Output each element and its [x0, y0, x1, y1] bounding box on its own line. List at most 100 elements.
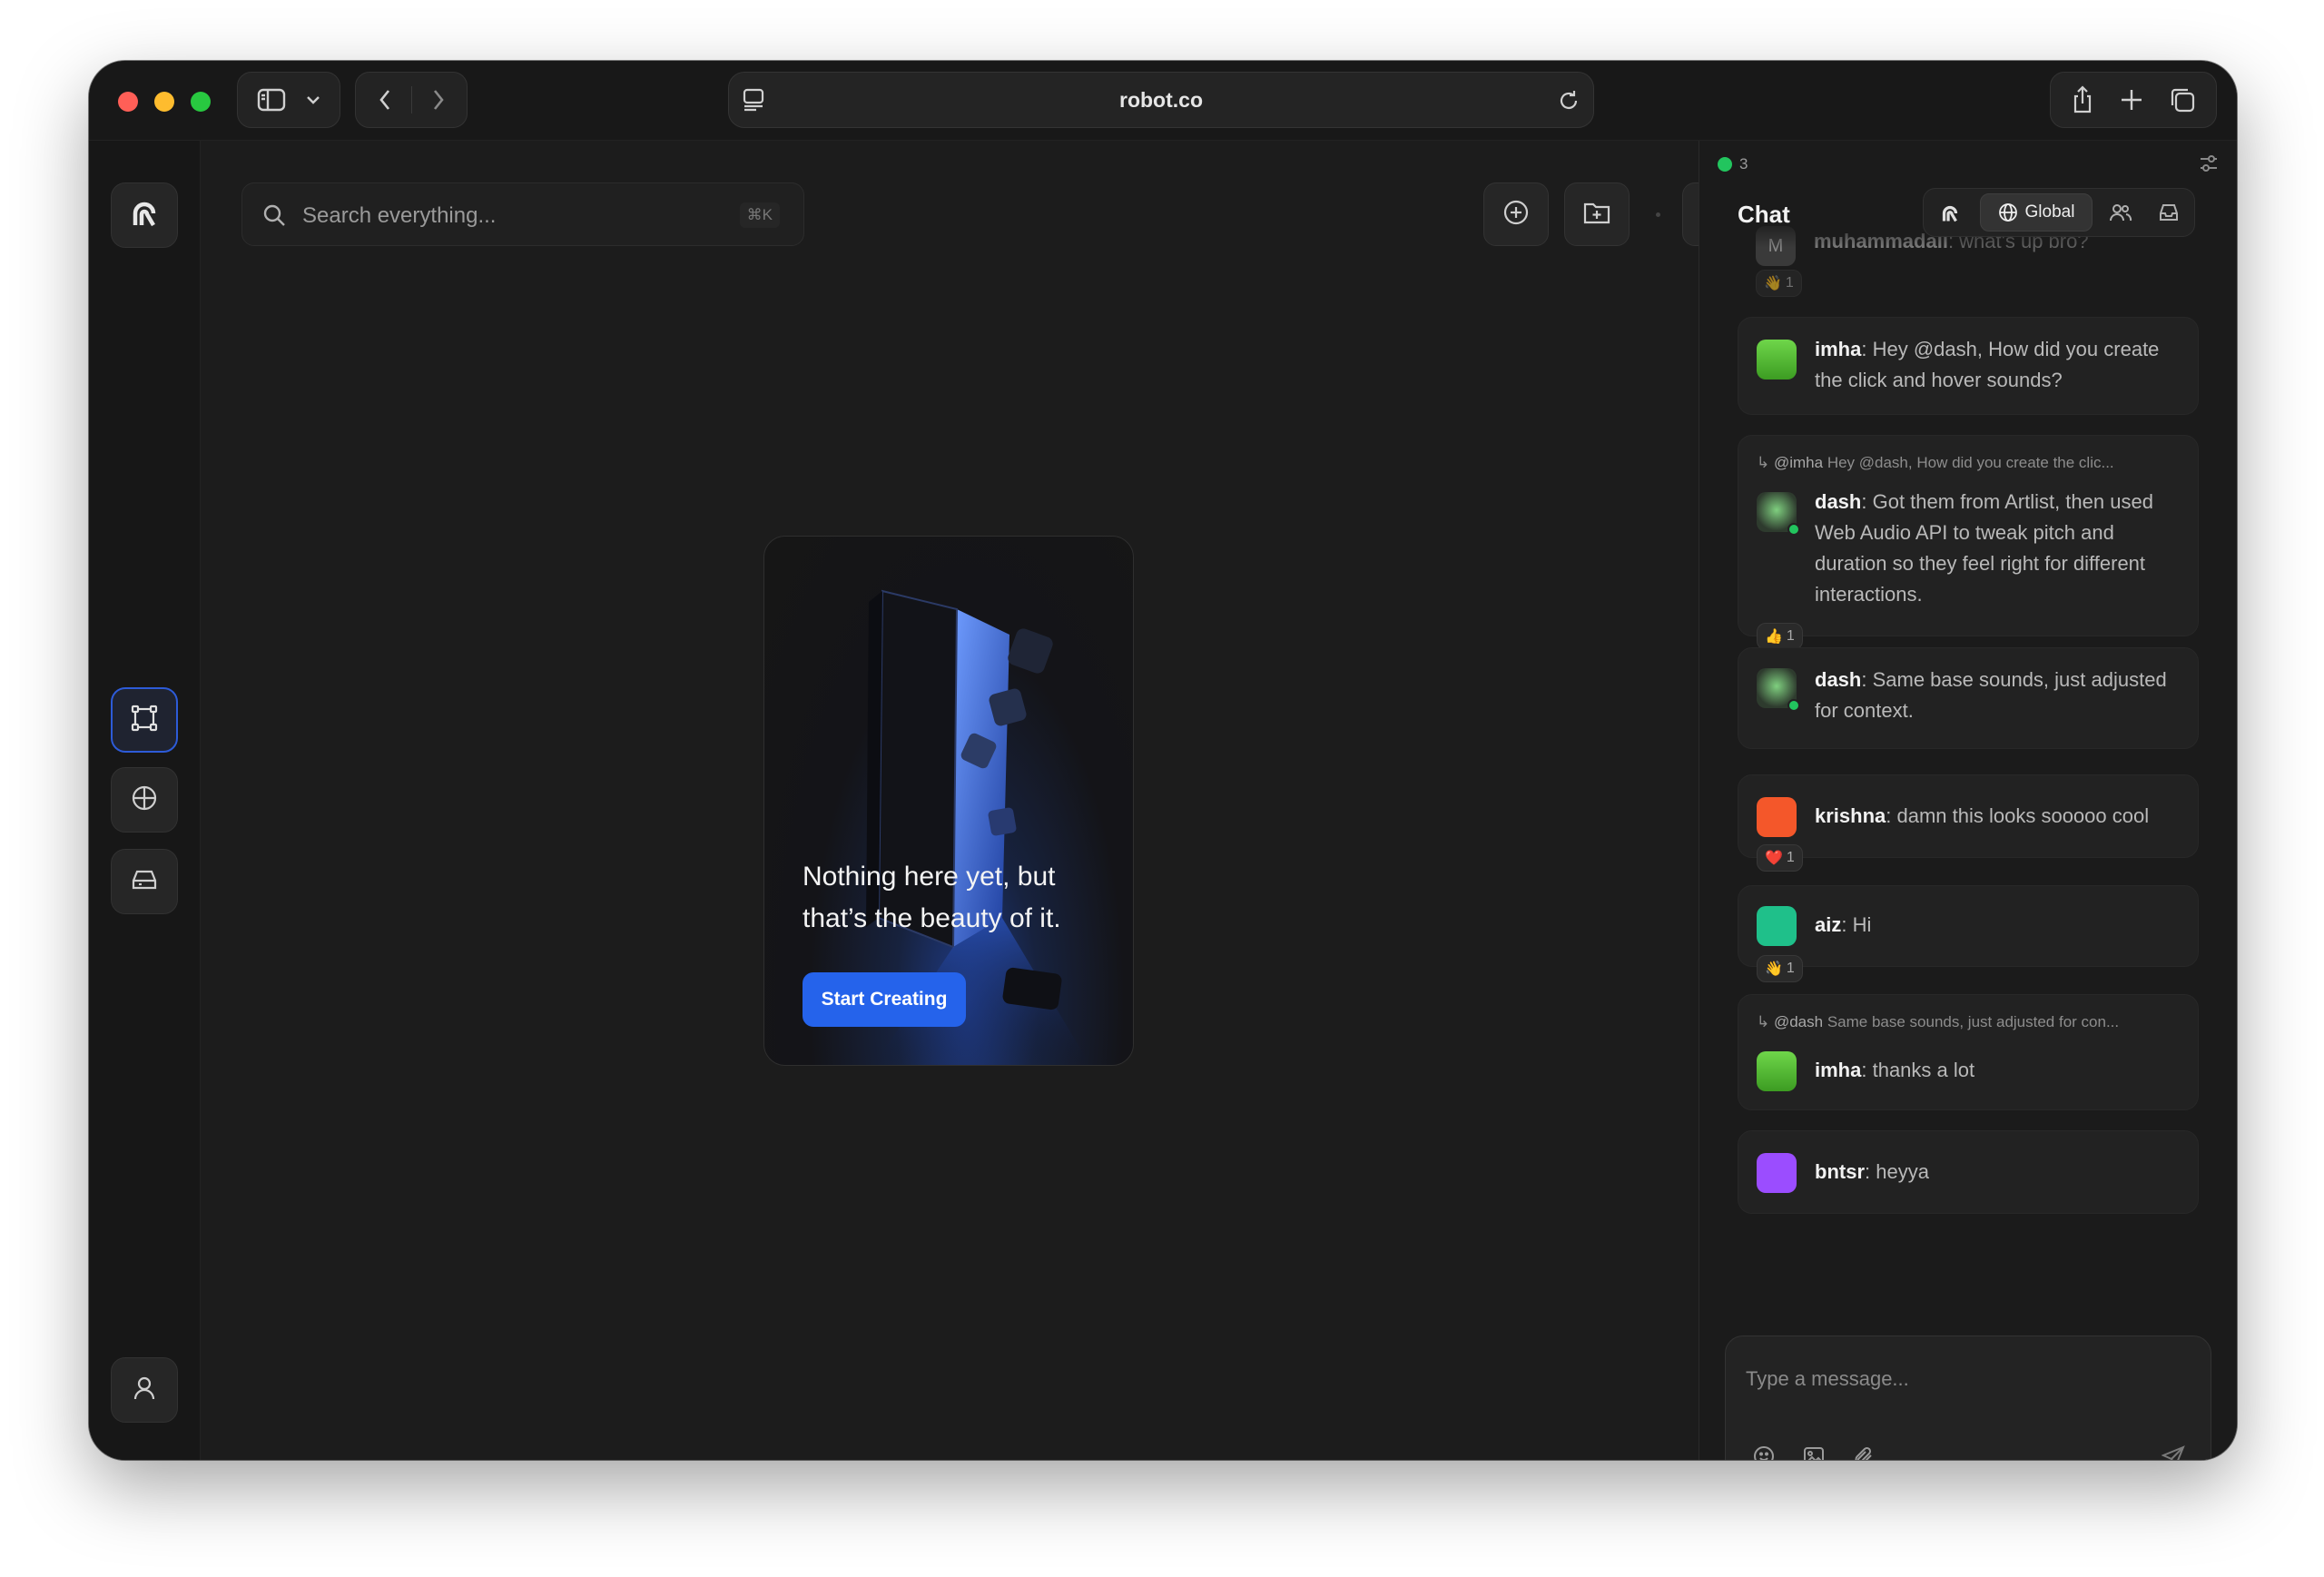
main-canvas: Search everything... ⌘K Nothing here yet… — [201, 141, 1748, 1460]
send-icon[interactable] — [2161, 1445, 2185, 1460]
users-icon — [2110, 204, 2132, 222]
browser-window: robot.co Search everything... ⌘K Nothing… — [89, 61, 2237, 1460]
sidebar-item-canvas[interactable] — [111, 687, 178, 753]
list-item: ↳ @dash Same base sounds, just adjusted … — [1738, 994, 2199, 1110]
empty-state-title: Nothing here yet, but that’s the beauty … — [803, 856, 1061, 940]
online-status-icon — [1787, 523, 1800, 536]
user-icon — [133, 1375, 156, 1405]
inbox-icon — [2160, 204, 2178, 221]
logo-icon — [126, 195, 162, 236]
empty-state-title-line2: that’s the beauty of it. — [803, 903, 1061, 933]
tab-workspace[interactable] — [1938, 202, 1962, 230]
paperclip-icon[interactable] — [1853, 1445, 1875, 1460]
avatar — [1757, 1051, 1797, 1091]
tab-people[interactable] — [2109, 202, 2132, 228]
message-body: thanks a lot — [1872, 1059, 1975, 1081]
message-text: imha: thanks a lot — [1815, 1059, 1975, 1081]
message-list: M muhammadali: what's up bro? 👋1 imha: H… — [1699, 222, 2237, 1321]
message-body: Hey @dash, How did you create the click … — [1815, 338, 2160, 391]
reaction-badge[interactable]: 👍 1 — [1757, 623, 1803, 650]
chevron-down-icon — [306, 95, 320, 104]
reaction-badge[interactable]: 👋 1 — [1756, 270, 1802, 297]
chevron-left-icon — [379, 90, 389, 110]
reaction-badge[interactable]: ❤️ 1 — [1757, 844, 1803, 872]
close-window-button[interactable] — [118, 92, 138, 112]
canvas-icon — [131, 705, 158, 736]
back-button[interactable] — [379, 89, 391, 111]
forward-button[interactable] — [432, 89, 445, 111]
online-indicator: 3 — [1718, 155, 1748, 173]
search-shortcut: ⌘K — [739, 202, 780, 228]
reload-icon[interactable] — [1557, 89, 1581, 113]
url-text: robot.co — [1119, 88, 1203, 112]
tab-inbox[interactable] — [2158, 202, 2180, 228]
minimize-window-button[interactable] — [154, 92, 174, 112]
start-creating-button[interactable]: Start Creating — [803, 972, 966, 1027]
tab-global-label: Global — [2024, 202, 2075, 222]
reaction-count: 1 — [1786, 628, 1795, 644]
filter-settings-icon[interactable] — [2199, 153, 2219, 178]
plus-circle-icon — [1502, 199, 1530, 231]
logo-icon — [1942, 205, 1958, 222]
image-icon[interactable] — [1803, 1445, 1825, 1460]
online-status-icon — [1787, 699, 1800, 712]
message-author: dash — [1815, 668, 1862, 691]
search-icon — [262, 203, 286, 232]
list-item: bntsr: heyya — [1738, 1130, 2199, 1214]
online-count: 3 — [1739, 155, 1748, 172]
profile-button[interactable] — [111, 1357, 178, 1423]
reply-text: Hey @dash, How did you create the clic..… — [1827, 454, 2114, 471]
new-folder-button[interactable] — [1564, 182, 1630, 246]
reply-preview[interactable]: ↳ @imha Hey @dash, How did you create th… — [1757, 454, 2181, 472]
empty-state-title-line1: Nothing here yet, but — [803, 862, 1056, 892]
tab-global[interactable]: Global — [1980, 193, 2093, 232]
search-placeholder: Search everything... — [302, 203, 497, 228]
reaction-emoji: 👍 — [1765, 629, 1783, 645]
divider — [410, 86, 412, 113]
reply-mention: @dash — [1773, 1013, 1824, 1030]
app-logo-button[interactable] — [111, 182, 178, 248]
zoom-window-button[interactable] — [191, 92, 211, 112]
share-icon[interactable] — [2071, 85, 2094, 114]
message-text: bntsr: heyya — [1815, 1160, 1929, 1183]
chat-title: Chat — [1738, 201, 1790, 228]
sidebar-item-inbox[interactable] — [111, 849, 178, 914]
message-body: damn this looks sooooo cool — [1896, 804, 2150, 827]
sidebar-item-explore[interactable] — [111, 767, 178, 833]
sidebar-icon — [257, 88, 286, 112]
reply-text: Same base sounds, just adjusted for con.… — [1827, 1013, 2120, 1030]
avatar — [1757, 1153, 1797, 1193]
new-tab-icon[interactable] — [2120, 88, 2143, 112]
reaction-count: 1 — [1786, 961, 1795, 976]
message-composer[interactable]: Type a message... — [1725, 1336, 2211, 1460]
search-input[interactable]: Search everything... ⌘K — [241, 182, 804, 246]
folder-plus-icon — [1582, 200, 1611, 230]
chevron-right-icon — [433, 90, 444, 110]
reply-preview[interactable]: ↳ @dash Same base sounds, just adjusted … — [1757, 1013, 2181, 1031]
address-bar[interactable]: robot.co — [728, 72, 1594, 128]
add-button[interactable] — [1483, 182, 1549, 246]
emoji-icon[interactable] — [1753, 1445, 1775, 1460]
reaction-badge[interactable]: 👋 1 — [1757, 955, 1803, 982]
avatar — [1757, 797, 1797, 837]
app-sidebar — [89, 141, 201, 1460]
tab-overview-icon[interactable] — [2169, 86, 2196, 113]
list-item: dash: Same base sounds, just adjusted fo… — [1738, 647, 2199, 749]
globe-icon — [131, 784, 158, 816]
message-author: dash — [1815, 490, 1862, 513]
message-author: bntsr — [1815, 1160, 1865, 1183]
message-body: Got them from Artlist, then used Web Aud… — [1815, 490, 2153, 606]
reaction-count: 1 — [1786, 850, 1795, 865]
toolbar-separator — [1656, 212, 1660, 217]
sidebar-toggle-button[interactable] — [237, 72, 340, 128]
message-text: krishna: damn this looks sooooo cool — [1815, 804, 2150, 827]
message-author: imha — [1815, 1059, 1862, 1081]
reaction-emoji: 👋 — [1764, 276, 1782, 291]
window-actions — [2050, 72, 2217, 128]
list-item: krishna: damn this looks sooooo cool ❤️ 1 — [1738, 774, 2199, 872]
message-input[interactable]: Type a message... — [1746, 1367, 1909, 1391]
list-item: imha: Hey @dash, How did you create the … — [1738, 317, 2199, 415]
chat-tabs: Global — [1923, 188, 2195, 237]
globe-icon — [1998, 203, 2017, 222]
message-author: aiz — [1815, 913, 1842, 936]
